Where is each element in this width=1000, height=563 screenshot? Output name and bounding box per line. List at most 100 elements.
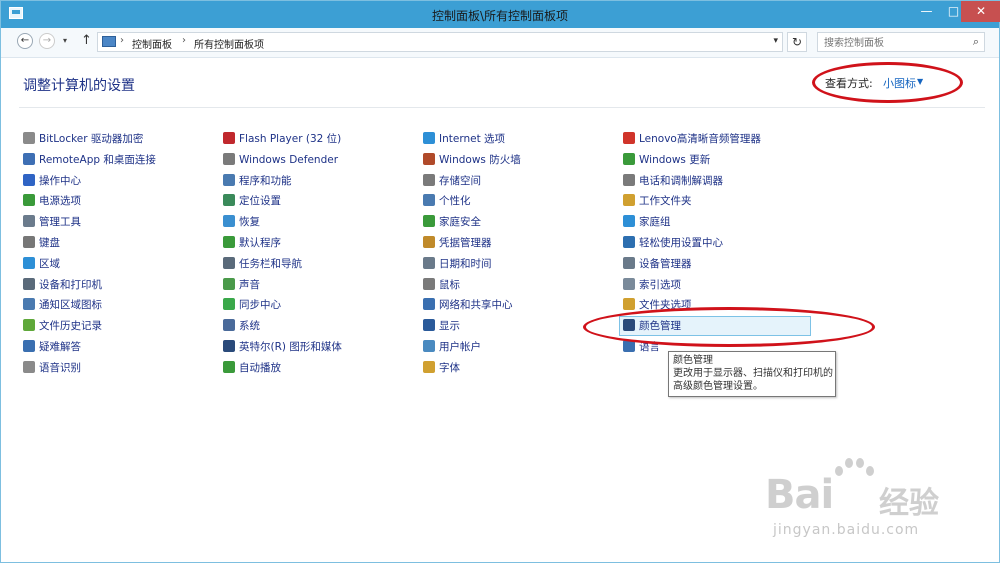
control-panel-item[interactable]: 工作文件夹	[623, 193, 692, 209]
folder-options-icon	[623, 298, 635, 311]
control-panel-item[interactable]: 声音	[223, 277, 260, 293]
control-panel-item[interactable]: 字体	[423, 360, 460, 376]
search-input[interactable]	[822, 35, 966, 51]
item-label: BitLocker 驱动器加密	[39, 133, 144, 145]
control-panel-item[interactable]: 恢复	[223, 214, 260, 230]
notification-area-icon	[23, 298, 35, 311]
control-panel-item[interactable]: Flash Player (32 位)	[223, 131, 341, 147]
control-panel-item[interactable]: Lenovo高清晰音频管理器	[623, 131, 761, 147]
intel-graphics-icon	[223, 340, 235, 352]
breadcrumb-separator[interactable]: ›	[120, 35, 124, 46]
autoplay-icon	[223, 360, 235, 373]
control-panel-item[interactable]: 默认程序	[223, 235, 281, 251]
item-label: 通知区域图标	[39, 299, 102, 312]
search-box[interactable]: ⌕	[817, 32, 985, 52]
item-label: 轻松使用设置中心	[639, 237, 723, 249]
control-panel-item[interactable]: 索引选项	[623, 277, 681, 293]
control-panel-item[interactable]: Windows 防火墙	[423, 152, 521, 168]
item-label: 语音识别	[39, 361, 81, 374]
control-panel-item[interactable]: 操作中心	[23, 173, 81, 189]
control-panel-item[interactable]: 设备管理器	[623, 256, 692, 272]
control-panel-item[interactable]: RemoteApp 和桌面连接	[23, 152, 156, 168]
mouse-icon	[423, 277, 435, 290]
control-panel-item[interactable]: 区域	[23, 256, 60, 272]
control-panel-item[interactable]: 任务栏和导航	[223, 256, 302, 272]
minimize-button[interactable]: —	[913, 1, 940, 22]
control-panel-item[interactable]: 电源选项	[23, 193, 81, 209]
control-panel-item[interactable]: 键盘	[23, 235, 60, 251]
control-panel-item[interactable]: 显示	[423, 318, 460, 334]
breadcrumb-all-items[interactable]: 所有控制面板项	[194, 36, 264, 51]
up-button[interactable]: ↑	[81, 33, 92, 48]
title-bar: 控制面板\所有控制面板项 — □ ✕	[1, 1, 1000, 28]
control-panel-item[interactable]: Windows 更新	[623, 152, 710, 168]
address-dropdown-icon[interactable]: ▾	[773, 36, 778, 46]
internet-options-icon	[423, 132, 435, 144]
control-panel-item[interactable]: 文件历史记录	[23, 318, 102, 334]
control-panel-item[interactable]: 语音识别	[23, 360, 81, 376]
work-folders-icon	[623, 194, 635, 207]
tooltip-line: 更改用于显示器、扫描仪和打印机的	[673, 368, 833, 379]
control-panel-item[interactable]: 个性化	[423, 193, 471, 209]
address-toolbar: ← → ▾ ↑ › 控制面板 › 所有控制面板项 ▾ ↻ ⌕	[1, 28, 999, 58]
action-center-flag-icon	[23, 173, 35, 186]
item-label: 同步中心	[239, 299, 281, 312]
control-panel-item[interactable]: 系统	[223, 318, 260, 334]
troubleshooting-icon	[23, 340, 35, 352]
recovery-icon	[223, 215, 235, 228]
control-panel-item[interactable]: 自动播放	[223, 360, 281, 376]
forward-button[interactable]: →	[39, 33, 55, 49]
item-label: 设备和打印机	[39, 278, 102, 291]
close-button[interactable]: ✕	[961, 1, 1000, 22]
search-icon[interactable]: ⌕	[973, 35, 979, 49]
control-panel-item[interactable]: 凭据管理器	[423, 235, 492, 251]
control-panel-item[interactable]: 电话和调制解调器	[623, 173, 723, 189]
control-panel-item[interactable]: 鼠标	[423, 277, 460, 293]
control-panel-item[interactable]: 网络和共享中心	[423, 297, 513, 313]
remoteapp-icon	[23, 152, 35, 165]
item-label: 日期和时间	[439, 257, 492, 270]
control-panel-item[interactable]: 程序和功能	[223, 173, 292, 189]
programs-features-icon	[223, 173, 235, 186]
breadcrumb-control-panel[interactable]: 控制面板	[132, 36, 172, 51]
tooltip: 颜色管理 更改用于显示器、扫描仪和打印机的 高级颜色管理设置。	[668, 351, 836, 397]
control-panel-item[interactable]: 设备和打印机	[23, 277, 102, 293]
control-panel-item[interactable]: BitLocker 驱动器加密	[23, 131, 143, 147]
control-panel-item[interactable]: 英特尔(R) 图形和媒体	[223, 339, 342, 355]
baidu-jingyan-watermark: Bai 经验 jingyan.baidu.com	[761, 456, 961, 546]
system-icon	[223, 319, 235, 332]
refresh-button[interactable]: ↻	[787, 32, 807, 52]
item-label: 声音	[239, 278, 260, 291]
control-panel-item[interactable]: 用户帐户	[423, 339, 481, 355]
default-programs-icon	[223, 236, 235, 248]
item-label: 操作中心	[39, 174, 81, 187]
control-panel-item[interactable]: 同步中心	[223, 297, 281, 313]
control-panel-item[interactable]: 疑难解答	[23, 339, 81, 355]
back-button[interactable]: ←	[17, 33, 33, 49]
breadcrumb-separator[interactable]: ›	[182, 35, 186, 46]
recent-locations-chevron-icon[interactable]: ▾	[63, 36, 67, 45]
control-panel-item[interactable]: 定位设置	[223, 193, 281, 209]
control-panel-item[interactable]: 通知区域图标	[23, 297, 102, 313]
control-panel-item[interactable]: Internet 选项	[423, 131, 505, 147]
control-panel-item[interactable]: 日期和时间	[423, 256, 492, 272]
sound-icon	[223, 277, 235, 290]
windows-update-icon	[623, 152, 635, 165]
tooltip-line: 高级颜色管理设置。	[673, 381, 763, 392]
item-label: 定位设置	[239, 195, 281, 208]
control-panel-item[interactable]: Windows Defender	[223, 152, 338, 168]
address-field[interactable]: › 控制面板 › 所有控制面板项 ▾	[97, 32, 783, 52]
control-panel-item[interactable]: 轻松使用设置中心	[623, 235, 723, 251]
control-panel-item[interactable]: 家庭组	[623, 214, 671, 230]
family-safety-icon	[423, 215, 435, 228]
item-label: 网络和共享中心	[439, 299, 513, 312]
item-label: 默认程序	[239, 237, 281, 249]
control-panel-item[interactable]: 存储空间	[423, 173, 481, 189]
phone-modem-icon	[623, 173, 635, 186]
item-label: 自动播放	[239, 361, 281, 374]
item-label: 程序和功能	[239, 174, 292, 187]
item-label: 设备管理器	[639, 257, 692, 270]
control-panel-item[interactable]: 家庭安全	[423, 214, 481, 230]
control-panel-item[interactable]: 管理工具	[23, 214, 81, 230]
location-settings-icon	[223, 194, 235, 207]
